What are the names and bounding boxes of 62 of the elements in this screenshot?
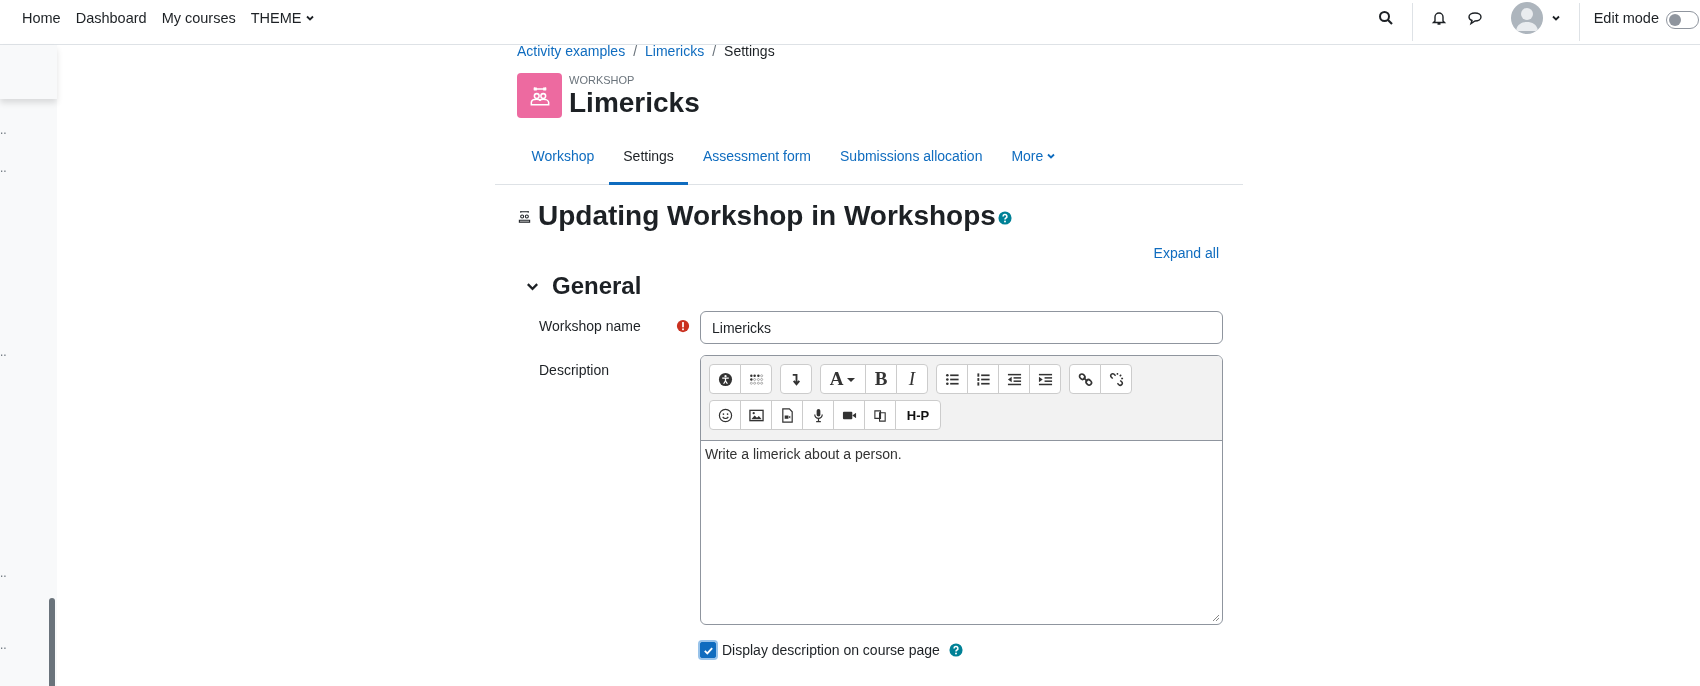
workshop-name-field[interactable]: Limericks [700,311,1223,344]
checkbox[interactable] [700,642,716,658]
link-icon[interactable] [1069,364,1101,394]
course-index-item[interactable]: .. [0,346,57,358]
outdent-icon[interactable] [998,364,1030,394]
caret-icon [304,13,315,23]
italic-button[interactable]: I [896,364,928,394]
caret-icon [1046,151,1057,161]
breadcrumb-current-page: Settings [724,43,775,59]
caret-icon[interactable] [1550,13,1561,23]
breadcrumb-link[interactable]: Limericks [645,43,705,59]
tab[interactable]: More [996,131,1071,185]
nav-link[interactable]: Home [22,10,61,26]
nav-link[interactable]: Dashboard [75,10,147,26]
resize-handle-icon[interactable] [1212,614,1220,622]
media-file-icon[interactable] [771,400,803,430]
activity-type-label: WORKSHOP [569,74,636,86]
unlink-icon[interactable] [1100,364,1132,394]
accessibility-icon[interactable] [709,364,741,394]
bold-button[interactable]: B [865,364,897,394]
tab[interactable]: Submissions allocation [825,131,997,185]
caret-icon [846,375,857,385]
font-button[interactable]: A [820,364,866,394]
editor-text[interactable]: Write a limerick about a person. [701,441,1222,624]
chat-icon[interactable] [1466,10,1483,26]
field-label: Workshop name [539,318,641,334]
breadcrumb-link[interactable]: Activity examples [517,43,626,59]
emoji-icon[interactable] [709,400,741,430]
microphone-icon[interactable] [802,400,834,430]
indent-icon[interactable] [1029,364,1061,394]
numbered-list-icon[interactable] [967,364,999,394]
tab[interactable]: Workshop [517,131,609,185]
video-camera-icon[interactable] [833,400,865,430]
bell-icon[interactable] [1430,10,1447,26]
course-index-item[interactable]: .. [0,567,57,579]
edit-mode-toggle[interactable] [1666,11,1699,29]
workshop-icon [517,208,532,224]
copy-icon[interactable] [864,400,896,430]
image-icon[interactable] [740,400,772,430]
breadcrumb-separator: / [712,43,717,59]
search-icon[interactable] [1377,10,1394,26]
course-index-item[interactable]: .. [0,162,57,174]
expand-all-link[interactable]: Expand all [1153,245,1219,261]
breadcrumb-separator: / [633,43,638,59]
nav-link[interactable]: THEME [250,10,315,26]
activity-title: Limericks [569,86,700,120]
h5p-button[interactable]: H-P [895,400,941,430]
section-title: General [552,272,642,300]
tab[interactable]: Settings [608,131,689,185]
bullet-list-icon[interactable] [936,364,968,394]
checkbox-label: Display description on course page [722,642,940,658]
course-index-item[interactable]: .. [0,639,57,651]
tab[interactable]: Assessment form [688,131,826,185]
workshop-icon [517,73,562,118]
course-index-item[interactable]: .. [0,124,57,136]
page-title: Updating Workshop in Workshops [538,199,996,233]
nav-link[interactable]: My courses [161,10,236,26]
field-label: Description [539,362,610,378]
scrollbar[interactable] [49,598,55,686]
edit-mode-label: Edit mode [1593,10,1659,26]
help-icon[interactable] [948,643,963,657]
help-icon[interactable] [997,211,1012,225]
